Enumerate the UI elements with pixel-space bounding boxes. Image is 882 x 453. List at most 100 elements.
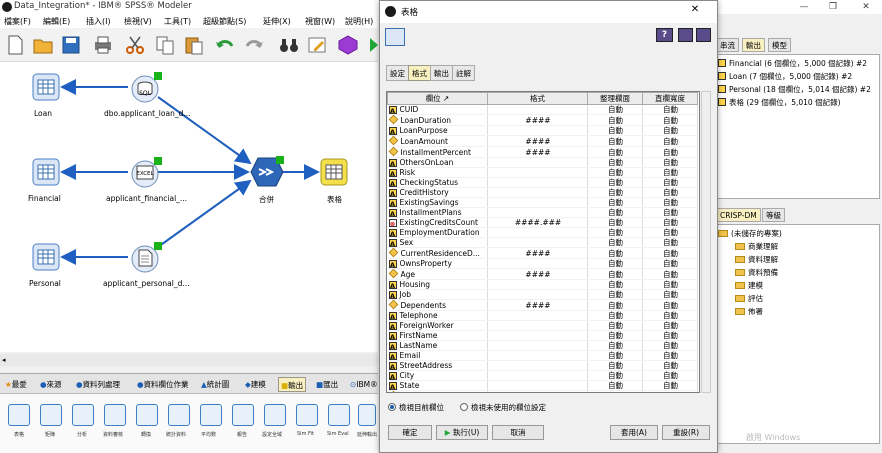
- width-cell[interactable]: 自動: [642, 279, 698, 290]
- output-item-personal[interactable]: Personal (18 個欄位，5,014 個記錄) #2: [718, 84, 871, 95]
- format-cell[interactable]: [487, 289, 588, 300]
- justify-cell[interactable]: 自動: [587, 217, 643, 228]
- menu-supernode[interactable]: 超級節點(S): [203, 16, 246, 27]
- manager-tab-outputs[interactable]: 輸出: [742, 38, 765, 52]
- minimize-dialog-icon[interactable]: [678, 28, 693, 42]
- palette-table-icon[interactable]: [8, 404, 30, 426]
- table-row[interactable]: A Email 自動 自動: [387, 350, 698, 361]
- table-row[interactable]: A CreditHistory 自動 自動: [387, 187, 698, 198]
- dialog-tab-format[interactable]: 格式: [408, 65, 431, 81]
- project-folder-deployment[interactable]: 佈署: [735, 306, 763, 317]
- format-cell[interactable]: [487, 125, 588, 136]
- width-cell[interactable]: 自動: [642, 177, 698, 188]
- palette-tab-modeling[interactable]: ◆建模: [243, 377, 268, 392]
- format-cell[interactable]: ####: [487, 114, 588, 126]
- dialog-tab-output[interactable]: 輸出: [430, 65, 453, 81]
- format-cell[interactable]: [487, 104, 588, 115]
- width-cell[interactable]: 自動: [642, 104, 698, 115]
- width-cell[interactable]: 自動: [642, 380, 698, 391]
- minimize-button[interactable]: —: [794, 0, 814, 14]
- justify-cell[interactable]: 自動: [587, 310, 643, 321]
- format-cell[interactable]: [487, 197, 588, 208]
- project-folder-data-understanding[interactable]: 資料理解: [735, 254, 778, 265]
- table-row[interactable]: A OwnsProperty 自動 自動: [387, 258, 698, 269]
- help-icon[interactable]: ?: [656, 28, 673, 42]
- table-row[interactable]: A CheckingStatus 自動 自動: [387, 177, 698, 188]
- sql-database-node[interactable]: SQL: [130, 72, 162, 104]
- format-cell[interactable]: [487, 207, 588, 218]
- justify-cell[interactable]: 自動: [587, 207, 643, 218]
- undo-icon[interactable]: [214, 34, 236, 56]
- merge-node[interactable]: [250, 156, 284, 188]
- palette-matrix-icon[interactable]: [40, 404, 62, 426]
- format-cell[interactable]: [487, 350, 588, 361]
- open-folder-icon[interactable]: [32, 34, 54, 56]
- width-cell[interactable]: 自動: [642, 390, 698, 392]
- palette-tab-ibm[interactable]: ⊙IBM®: [348, 377, 380, 392]
- scroll-left-icon[interactable]: ◂: [2, 356, 10, 364]
- manager-tab-models[interactable]: 模型: [768, 38, 791, 52]
- paste-icon[interactable]: [183, 34, 205, 56]
- personal-table-node[interactable]: [32, 243, 60, 271]
- table-row[interactable]: A Sex 自動 自動: [387, 237, 698, 248]
- menu-view[interactable]: 檢視(V): [124, 16, 152, 27]
- width-cell[interactable]: 自動: [642, 268, 698, 280]
- justify-cell[interactable]: 自動: [587, 125, 643, 136]
- palette-report-icon[interactable]: [232, 404, 254, 426]
- width-cell[interactable]: 自動: [642, 370, 698, 381]
- palette-tab-field-ops[interactable]: ●資料欄位作業: [135, 377, 191, 392]
- table-row[interactable]: LoanAmount #### 自動 自動: [387, 135, 698, 147]
- radio-view-unused-fields[interactable]: 檢視未使用的欄位設定: [460, 402, 546, 413]
- format-cell[interactable]: [487, 227, 588, 238]
- dialog-tab-annotations[interactable]: 註解: [452, 65, 475, 81]
- table-row[interactable]: A Telephone 自動 自動: [387, 310, 698, 321]
- table-row[interactable]: A Housing 自動 自動: [387, 279, 698, 290]
- menu-insert[interactable]: 插入(I): [86, 16, 111, 27]
- table-row[interactable]: A Job 自動 自動: [387, 289, 698, 300]
- find-binoculars-icon[interactable]: [278, 34, 300, 56]
- palette-analysis-icon[interactable]: [72, 404, 94, 426]
- justify-cell[interactable]: 自動: [587, 380, 643, 391]
- format-cell[interactable]: ####: [487, 268, 588, 280]
- width-cell[interactable]: 自動: [642, 135, 698, 147]
- palette-extension-output-icon[interactable]: [358, 404, 376, 426]
- width-cell[interactable]: 自動: [642, 310, 698, 321]
- justify-cell[interactable]: 自動: [587, 227, 643, 238]
- width-cell[interactable]: 自動: [642, 227, 698, 238]
- justify-cell[interactable]: 自動: [587, 370, 643, 381]
- cancel-button[interactable]: 取消: [492, 425, 544, 440]
- maximize-dialog-icon[interactable]: [696, 28, 711, 42]
- palette-transform-icon[interactable]: [136, 404, 158, 426]
- table-row[interactable]: A City 自動 自動: [387, 370, 698, 381]
- width-cell[interactable]: 自動: [642, 114, 698, 126]
- width-cell[interactable]: 自動: [642, 330, 698, 341]
- justify-cell[interactable]: 自動: [587, 350, 643, 361]
- justify-cell[interactable]: 自動: [587, 360, 643, 371]
- supernode-icon[interactable]: [337, 34, 359, 56]
- palette-means-icon[interactable]: [200, 404, 222, 426]
- format-cell[interactable]: [487, 279, 588, 290]
- format-cell[interactable]: [487, 167, 588, 178]
- output-item-financial[interactable]: Financial (6 個欄位，5,000 個記錄) #2: [718, 58, 867, 69]
- width-cell[interactable]: 自動: [642, 289, 698, 300]
- table-row[interactable]: InstallmentPercent #### 自動 自動: [387, 146, 698, 158]
- col-header-field[interactable]: 欄位 ↗: [387, 92, 488, 105]
- width-cell[interactable]: 自動: [642, 247, 698, 259]
- width-cell[interactable]: 自動: [642, 350, 698, 361]
- table-row[interactable]: LoanDuration #### 自動 自動: [387, 114, 698, 126]
- format-cell[interactable]: ####: [487, 146, 588, 158]
- palette-tab-graphs[interactable]: ▲統計圖: [199, 377, 231, 392]
- palette-statistics-icon[interactable]: [168, 404, 190, 426]
- width-cell[interactable]: 自動: [642, 125, 698, 136]
- menu-tools[interactable]: 工具(T): [164, 16, 191, 27]
- canvas-horizontal-scrollbar[interactable]: ◂: [0, 354, 378, 366]
- table-row[interactable]: A CUID 自動 自動: [387, 104, 698, 115]
- table-row[interactable]: A Risk 自動 自動: [387, 167, 698, 178]
- width-cell[interactable]: 自動: [642, 237, 698, 248]
- restore-button[interactable]: ❐: [823, 0, 843, 14]
- table-row[interactable]: ⊗ ExistingCreditsCount ####.### 自動 自動: [387, 217, 698, 228]
- palette-tab-export[interactable]: ■匯出: [314, 377, 340, 392]
- table-row[interactable]: A LoanPurpose 自動 自動: [387, 125, 698, 136]
- print-icon[interactable]: [92, 34, 114, 56]
- menu-window[interactable]: 視窗(W): [305, 16, 335, 27]
